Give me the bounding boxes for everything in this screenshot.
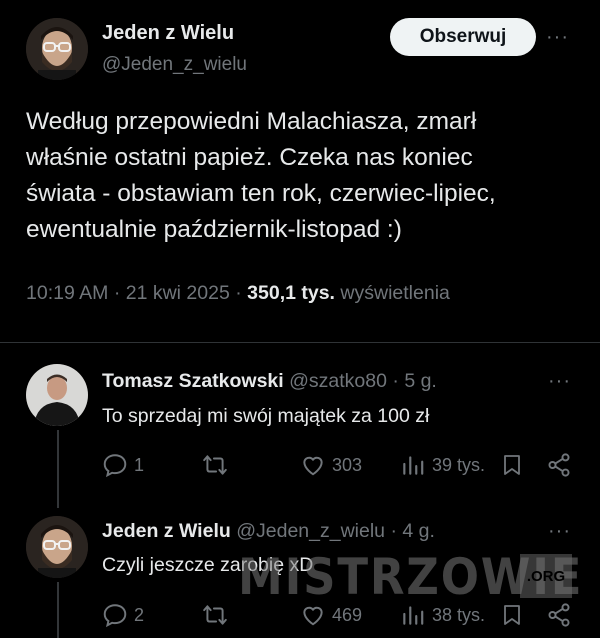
more-options-icon[interactable]: ···: [548, 520, 571, 543]
reply-text: To sprzedaj mi swój majątek za 100 zł: [102, 405, 430, 427]
reply-count: 1: [134, 454, 145, 475]
bearded-man-glasses-icon: [26, 18, 88, 80]
retweet-action[interactable]: [202, 602, 234, 628]
share-action[interactable]: [546, 452, 572, 478]
heart-icon: [303, 456, 323, 476]
separator: ·: [235, 282, 242, 304]
reply-avatar[interactable]: [26, 516, 88, 578]
reply-action[interactable]: 1: [102, 452, 144, 478]
reply-count: 2: [134, 604, 145, 625]
divider: [0, 342, 600, 343]
views-count: 39 tys.: [432, 454, 486, 475]
views-label: wyświetlenia: [340, 282, 450, 304]
like-action[interactable]: 303: [300, 452, 362, 478]
reply-age[interactable]: 4 g.: [402, 520, 435, 542]
thread-line: [57, 582, 59, 638]
separator: ·: [113, 282, 121, 304]
reply-author-name[interactable]: Tomasz Szatkowski: [102, 370, 284, 392]
separator: ·: [392, 370, 399, 392]
tweet-time[interactable]: 10:19 AM: [26, 282, 108, 304]
watermark-org-badge: .ORG: [520, 554, 572, 598]
reply-avatar[interactable]: [26, 364, 88, 426]
man-portrait-icon: [26, 364, 88, 426]
tweet-text-line: ewentualnie październik-listopad :): [26, 216, 402, 243]
reply-author-handle[interactable]: @Jeden_z_wielu: [236, 520, 385, 542]
bookmark-action[interactable]: [500, 452, 524, 478]
reply-icon: [103, 604, 127, 628]
views-action[interactable]: 39 tys.: [400, 452, 485, 478]
thread-line: [57, 430, 59, 508]
reply-icon: [103, 454, 127, 478]
separator: ·: [390, 520, 397, 542]
reply-age[interactable]: 5 g.: [404, 370, 437, 392]
bookmark-icon: [504, 455, 520, 475]
reply-header: Tomasz Szatkowski @szatko80 · 5 g.: [102, 370, 437, 393]
tweet-text-line: właśnie ostatni papież. Czeka nas koniec: [26, 144, 473, 171]
tweet-date[interactable]: 21 kwi 2025: [126, 282, 230, 304]
tweet-text: Według przepowiedni Malachiasza, zmarł w…: [26, 104, 586, 248]
reply-author-name[interactable]: Jeden z Wielu: [102, 520, 231, 542]
author-name[interactable]: Jeden z Wielu: [102, 22, 234, 45]
reply-action[interactable]: 2: [102, 602, 144, 628]
more-options-icon[interactable]: ···: [548, 370, 571, 393]
tweet-meta: 10:19 AM · 21 kwi 2025 · 350,1 tys. wyśw…: [26, 282, 450, 305]
author-handle[interactable]: @Jeden_z_wielu: [102, 54, 247, 76]
reply-author-handle[interactable]: @szatko80: [289, 370, 387, 392]
bar-chart-icon: [403, 456, 424, 475]
views-count: 38 tys.: [432, 604, 486, 625]
tweet-text-line: świata - obstawiam ten rok, czerwiec-lip…: [26, 180, 496, 207]
retweet-icon: [203, 455, 227, 475]
retweet-action[interactable]: [202, 452, 234, 478]
reply-header: Jeden z Wielu @Jeden_z_wielu · 4 g.: [102, 520, 435, 543]
like-count: 303: [332, 454, 363, 475]
author-avatar[interactable]: [26, 18, 88, 80]
retweet-icon: [203, 605, 227, 625]
share-icon: [548, 453, 570, 477]
follow-button[interactable]: Obserwuj: [390, 18, 536, 56]
bearded-man-glasses-icon: [26, 516, 88, 578]
views-count: 350,1 tys.: [247, 282, 335, 304]
like-count: 469: [332, 604, 363, 625]
tweet-text-line: Według przepowiedni Malachiasza, zmarł: [26, 108, 477, 135]
more-options-icon[interactable]: ···: [546, 26, 569, 49]
